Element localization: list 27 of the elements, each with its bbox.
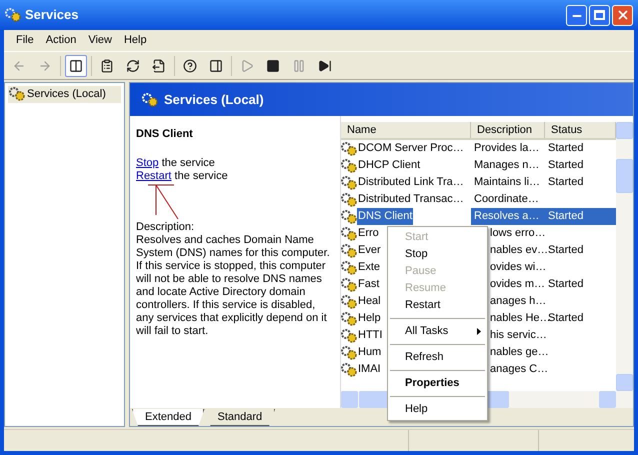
- description-cell-text: lows erro…: [490, 226, 546, 242]
- status-cell-text: Started: [548, 311, 584, 326]
- description-label: Description:: [136, 220, 196, 234]
- link-caption: the service: [174, 170, 228, 182]
- status-cell-text: Started: [548, 277, 584, 292]
- link-caption: the service: [162, 156, 215, 168]
- status-cell-text: Started: [548, 175, 584, 190]
- status-cell-text: Started: [548, 243, 584, 258]
- status-cell-text: Started: [548, 141, 584, 156]
- description-cell-text: anages C…: [490, 362, 548, 378]
- window-title: Services: [25, 6, 78, 24]
- description-cell-text: nables ev…: [490, 243, 548, 258]
- description-cell-text: nables ge…: [490, 345, 549, 360]
- header-title: Services (Local): [164, 90, 264, 109]
- status-cell-text: Started: [548, 158, 584, 174]
- description-cell-text: ovides wi…: [490, 260, 546, 276]
- description-text: Resolves and caches Domain Name System (DNS) names for this computer. If this service is stopped, this computer will not be able to resolve DNS names and locate Active Directory domain controllers. If this service is disabled, any services that explicitly depend on it will fail to start.: [136, 234, 331, 338]
- service-name: DNS Client: [136, 127, 194, 142]
- description-cell-text: Coordinate…: [474, 192, 539, 208]
- description-cell-text: ovides m…: [490, 277, 546, 292]
- description-cell-text: Maintains li…: [474, 175, 540, 190]
- description-cell-text: Manages n…: [474, 158, 540, 174]
- status-cell-text: Started: [548, 209, 584, 224]
- description-cell-text: Provides la…: [474, 141, 540, 156]
- description-cell-text: Resolves a…: [474, 209, 540, 224]
- description-cell-text: his servic…: [490, 328, 547, 344]
- description-cell-text: anages h…: [490, 294, 546, 310]
